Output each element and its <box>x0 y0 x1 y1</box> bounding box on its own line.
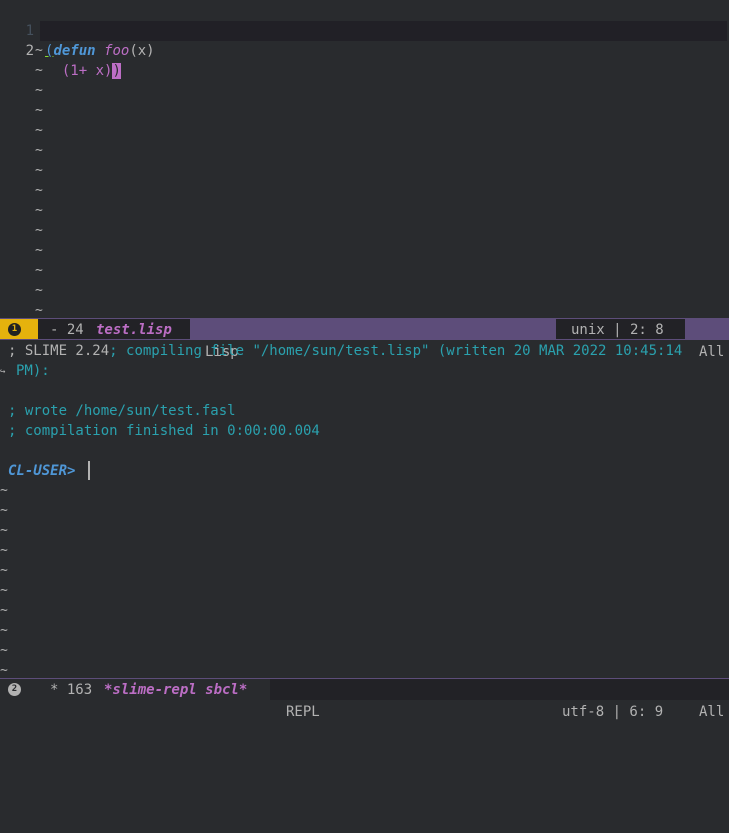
line-number: 2 <box>25 43 34 59</box>
tilde-marker: ~ <box>0 523 8 538</box>
buffer-state: * 163 <box>50 682 93 698</box>
window-number-badge[interactable]: 1 <box>0 319 38 339</box>
tilde-marker: ~ <box>35 223 43 238</box>
major-mode-segment[interactable]: REPL <box>270 679 548 720</box>
continuation-icon: ↪ <box>0 367 6 377</box>
modeline-top[interactable]: 1 - 24 test.lisp Lisp unix | 2: 8 All <box>0 318 729 360</box>
tilde-marker: ~ <box>0 503 8 518</box>
tilde-marker: ~ <box>0 643 8 658</box>
tilde-marker: ~ <box>0 623 8 638</box>
repl-output-line: PM): <box>16 363 50 379</box>
body-form: (1+ x) <box>45 63 113 79</box>
repl-cursor <box>88 461 90 480</box>
tilde-marker: ~ <box>0 563 8 578</box>
tilde-marker: ~ <box>35 43 43 58</box>
function-name: foo <box>104 43 130 59</box>
buffer-name[interactable]: test.lisp <box>96 319 172 339</box>
repl-output-line: ; wrote /home/sun/test.fasl <box>8 403 236 419</box>
tilde-marker: ~ <box>0 483 8 498</box>
tilde-marker: ~ <box>35 183 43 198</box>
encoding-segment: utf-8 | 6: 9 <box>548 679 685 720</box>
buffer-state: - 24 <box>50 322 84 338</box>
window-number-icon: 1 <box>8 323 21 336</box>
tilde-marker: ~ <box>35 83 43 98</box>
tilde-marker: ~ <box>35 243 43 258</box>
tilde-marker: ~ <box>35 203 43 218</box>
repl-output-line: ; compilation finished in 0:00:00.004 <box>8 423 320 439</box>
window-number-badge[interactable]: 2 <box>0 679 34 700</box>
major-mode: REPL <box>286 704 320 720</box>
major-mode-segment[interactable]: Lisp <box>190 319 556 360</box>
code-line-2[interactable]: 2 (1+ x)) <box>0 21 729 79</box>
encoding-position: utf-8 | 6: 9 <box>562 704 664 720</box>
tilde-marker: ~ <box>35 163 43 178</box>
slime-version: ; SLIME 2.24 <box>8 343 110 359</box>
tilde-marker: ~ <box>35 143 43 158</box>
defun-keyword: defun <box>53 43 96 59</box>
window-number-icon: 2 <box>8 683 21 696</box>
tilde-marker: ~ <box>0 583 8 598</box>
tilde-marker: ~ <box>35 123 43 138</box>
modeline-bottom[interactable]: 2 * 163 *slime-repl sbcl* REPL utf-8 | 6… <box>0 678 729 720</box>
arg-list: (x) <box>129 43 155 59</box>
code-line-1[interactable]: 1 (defun foo(x) <box>0 1 729 59</box>
scroll-position: All <box>699 344 725 360</box>
scroll-position-segment: All <box>685 679 729 720</box>
compile-message: ; compiling file "/home/sun/test.lisp" (… <box>109 343 683 359</box>
scroll-position: All <box>699 704 725 720</box>
buffer-name[interactable]: *slime-repl sbcl* <box>104 679 247 700</box>
tilde-marker: ~ <box>35 63 43 78</box>
tilde-marker: ~ <box>0 543 8 558</box>
tilde-marker: ~ <box>35 103 43 118</box>
repl-output-line: ; SLIME 2.24; compiling file "/home/sun/… <box>8 341 682 361</box>
tilde-marker: ~ <box>35 263 43 278</box>
repl-prompt[interactable]: CL-USER> <box>8 461 75 481</box>
tilde-marker: ~ <box>0 603 8 618</box>
scroll-position-segment: All <box>685 319 729 360</box>
encoding-position: unix | 2: 8 <box>571 322 664 338</box>
text-cursor: ) <box>112 63 121 79</box>
tilde-marker: ~ <box>35 283 43 298</box>
